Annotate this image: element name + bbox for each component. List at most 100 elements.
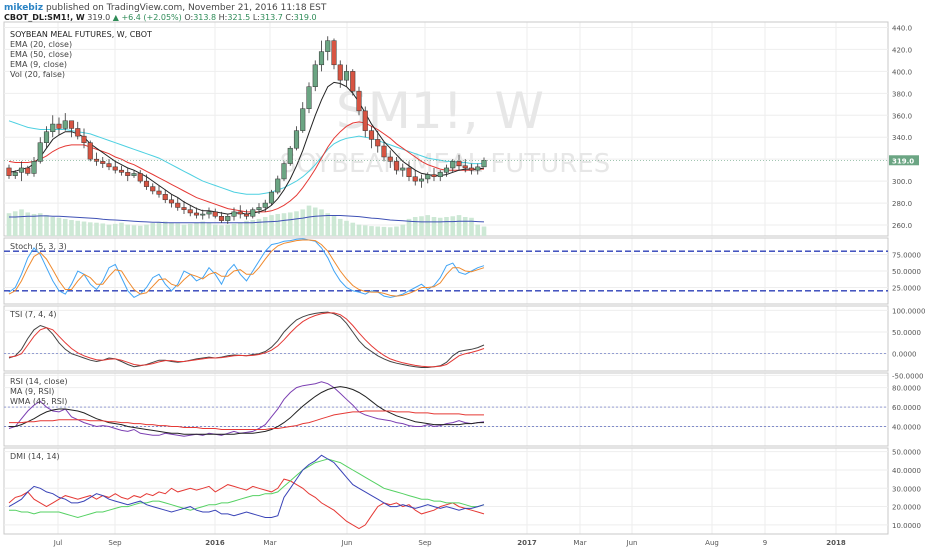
volume-bar: [162, 221, 168, 236]
candle-body: [212, 211, 218, 217]
candle-body: [437, 172, 443, 177]
candle-body: [306, 86, 312, 109]
tsi-series-line: [8, 311, 485, 368]
chart-area[interactable]: 440.0420.0400.0380.0360.0340.0320.0300.0…: [0, 0, 932, 550]
candle-body: [475, 166, 481, 171]
volume-bar: [294, 211, 299, 236]
candle-body: [456, 161, 462, 167]
candle-body: [462, 165, 468, 169]
volume-bar: [431, 217, 437, 236]
volume-bar: [437, 217, 443, 236]
candle-body: [275, 178, 281, 193]
volume-bar: [356, 224, 362, 236]
volume-bar: [412, 217, 418, 236]
candle-body: [56, 123, 62, 129]
candle-body: [368, 130, 375, 140]
volume-bar: [150, 223, 156, 236]
y-tick-label: 50.0000: [892, 449, 921, 457]
volume-bar: [187, 223, 193, 236]
candle-body: [125, 172, 131, 176]
volume-bar: [362, 225, 368, 236]
candle-body: [81, 135, 87, 143]
candle-body: [68, 120, 75, 129]
candle-body: [87, 142, 93, 160]
y-tick-label: 25.0000: [892, 285, 921, 293]
x-tick-label: Sep: [108, 539, 122, 547]
y-tick-label: 300.0: [892, 178, 912, 186]
candle-body: [156, 190, 162, 195]
volume-bar: [125, 224, 131, 236]
candle-body: [331, 40, 337, 66]
candle-body: [337, 64, 343, 81]
volume-bar: [75, 220, 81, 236]
y-tick-label: 260.0: [892, 222, 912, 230]
volume-bar: [194, 222, 199, 236]
candle-body: [193, 212, 200, 216]
volume-bar: [450, 216, 456, 236]
candle-body: [175, 202, 181, 208]
volume-bar: [106, 224, 112, 236]
y-tick-label: -50.0000: [892, 372, 923, 380]
volume-bar: [425, 215, 431, 236]
y-tick-label: 280.0: [892, 200, 912, 208]
candle-body: [168, 199, 175, 204]
volume-bar: [237, 222, 243, 236]
x-tick-label: Jul: [53, 539, 63, 547]
volume-bar: [225, 224, 231, 236]
volume-bar: [387, 227, 393, 236]
rsi-legend: WMA (45, RSI): [10, 397, 67, 406]
dmi-series-line: [8, 478, 485, 530]
volume-bar: [94, 222, 99, 236]
volume-bar: [381, 226, 387, 236]
candle-body: [468, 167, 475, 171]
volume-bar: [19, 209, 24, 236]
candle-body: [406, 167, 412, 177]
volume-bar: [312, 207, 318, 236]
volume-bar: [481, 226, 487, 236]
volume-bar: [231, 223, 237, 236]
volume-bar: [200, 221, 206, 236]
volume-bar: [300, 209, 306, 236]
rsi-series-line: [8, 381, 485, 437]
volume-bar: [337, 218, 343, 236]
candle-body: [418, 178, 425, 182]
candle-body: [12, 172, 18, 176]
candle-body: [431, 174, 437, 177]
candle-body: [6, 167, 12, 176]
x-tick-label: 9: [763, 539, 767, 547]
volume-bar: [137, 225, 143, 236]
candle-body: [312, 64, 318, 87]
pane-frame: [3, 305, 889, 372]
volume-bar: [50, 217, 56, 236]
candle-body: [150, 186, 156, 192]
x-tick-label: 2017: [517, 539, 537, 547]
volume-bar: [81, 221, 87, 236]
y-tick-label: 20.0000: [892, 504, 921, 512]
volume-bar: [275, 213, 281, 236]
volume-bar: [287, 212, 293, 236]
volume-bar: [281, 213, 287, 236]
volume-bar: [144, 224, 149, 236]
candle-body: [137, 173, 143, 182]
y-tick-label: 0.0000: [892, 351, 917, 359]
volume-bar: [419, 216, 424, 236]
volume-bar: [37, 213, 43, 236]
stoch-series-line: [8, 238, 485, 299]
volume-bar: [31, 213, 37, 236]
volume-bar: [344, 220, 349, 236]
candle-body: [318, 51, 325, 66]
volume-bar: [462, 217, 468, 236]
candle-body: [243, 213, 250, 217]
volume-bar: [175, 223, 181, 236]
rsi-title: RSI (14, close): [10, 377, 68, 386]
volume-bar: [256, 218, 262, 236]
volume-bar: [375, 226, 381, 236]
candle-body: [281, 163, 287, 180]
volume-bar: [56, 217, 62, 236]
volume-bar: [44, 215, 49, 236]
stoch-title: Stoch (5, 3, 3): [10, 242, 67, 251]
indicator-legend: EMA (50, close): [10, 50, 72, 59]
volume-bar: [269, 215, 274, 236]
candle-body: [343, 71, 350, 81]
candle-body: [37, 142, 43, 162]
